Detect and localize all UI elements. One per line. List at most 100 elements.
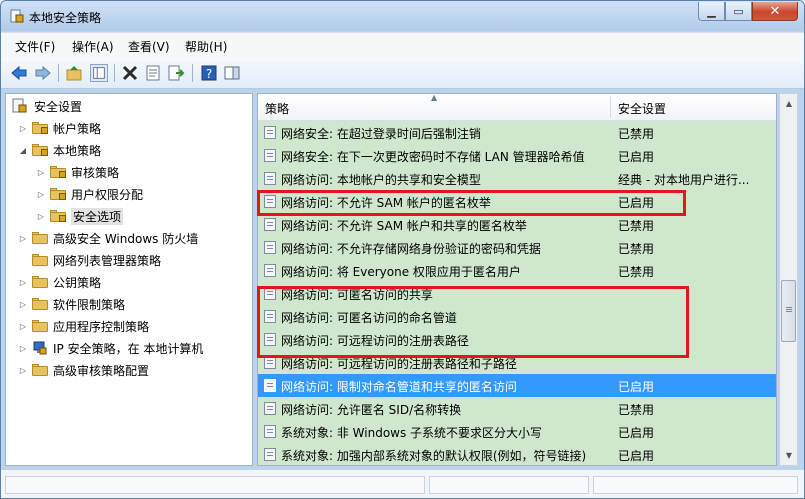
tree-item-app-control[interactable]: ▷ 应用程序控制策略 [18, 315, 149, 337]
policy-row[interactable]: 网络访问: 可匿名访问的共享 [258, 282, 776, 305]
folder-icon [32, 232, 48, 244]
policy-name: 网络访问: 不允许存储网络身份验证的密码和凭据 [281, 242, 541, 256]
show-tree-icon[interactable] [90, 64, 108, 82]
scroll-down-icon[interactable]: ▼ [781, 447, 797, 464]
column-header-setting[interactable]: 安全设置 [618, 100, 666, 117]
policy-row[interactable]: 网络访问: 允许匿名 SID/名称转换 已禁用 [258, 397, 776, 420]
title-bar[interactable]: 本地安全策略 ▁ ▭ ✕ [1, 1, 804, 31]
policy-icon [264, 425, 276, 438]
policy-icon [264, 172, 276, 185]
help-icon[interactable]: ? [200, 64, 218, 82]
tree-item-advanced-audit[interactable]: ▷ 高级审核策略配置 [18, 359, 149, 381]
expand-icon[interactable]: ▷ [18, 366, 28, 375]
policy-row[interactable]: 系统对象: 加强内部系统对象的默认权限(例如，符号链接) 已启用 [258, 443, 776, 465]
policy-row[interactable]: 网络访问: 不允许存储网络身份验证的密码和凭据 已禁用 [258, 236, 776, 259]
show-hide-action-pane-icon[interactable] [223, 64, 241, 82]
vertical-scrollbar[interactable]: ▲ ▼ [779, 93, 798, 466]
tree-item-ip-security[interactable]: ▷ IP 安全策略，在 本地计算机 [18, 337, 203, 359]
tree-item-label: 公钥策略 [53, 275, 102, 290]
policy-name: 网络访问: 不允许 SAM 帐户和共享的匿名枚举 [281, 219, 527, 233]
up-folder-icon[interactable] [65, 64, 83, 82]
sort-ascending-icon: ▲ [431, 93, 438, 102]
main-window: 本地安全策略 ▁ ▭ ✕ 文件(F) 操作(A) 查看(V) 帮助(H) ? 安… [0, 0, 805, 499]
list-header: ▲ 策略 安全设置 [258, 93, 776, 121]
security-settings-icon [12, 98, 27, 113]
policy-setting: 已禁用 [618, 242, 655, 256]
policy-row[interactable]: 网络访问: 可匿名访问的命名管道 [258, 305, 776, 328]
policy-name: 系统对象: 加强内部系统对象的默认权限(例如，符号链接) [281, 449, 587, 463]
tree-item-label: 审核策略 [71, 165, 120, 180]
menu-view[interactable]: 查看(V) [128, 38, 170, 55]
menu-help[interactable]: 帮助(H) [185, 38, 227, 55]
tree-item-audit-policy[interactable]: ▷ 审核策略 [36, 161, 119, 183]
policy-icon [264, 241, 276, 254]
column-header-policy[interactable]: 策略 [265, 100, 289, 117]
tree-item-security-options[interactable]: ▷ 安全选项 [36, 205, 124, 227]
policy-name: 网络安全: 在下一次更改密码时不存储 LAN 管理器哈希值 [281, 150, 585, 164]
policy-icon [264, 126, 276, 139]
expand-icon[interactable]: ▷ [18, 300, 28, 309]
policy-row[interactable]: 网络安全: 在超过登录时间后强制注销 已禁用 [258, 121, 776, 144]
locked-folder-icon [32, 144, 48, 156]
policy-setting: 已启用 [618, 426, 655, 440]
scroll-up-icon[interactable]: ▲ [781, 95, 797, 112]
expand-icon[interactable]: ▷ [18, 322, 28, 331]
policy-row[interactable]: 系统对象: 非 Windows 子系统不要求区分大小写 已启用 [258, 420, 776, 443]
scroll-thumb[interactable] [781, 280, 796, 342]
policy-row[interactable]: 网络安全: 在下一次更改密码时不存储 LAN 管理器哈希值 已启用 [258, 144, 776, 167]
export-list-icon[interactable] [167, 64, 185, 82]
policy-row-selected[interactable]: 网络访问: 限制对命名管道和共享的匿名访问 已启用 [258, 374, 776, 397]
policy-icon [264, 195, 276, 208]
expand-icon[interactable]: ▷ [36, 168, 46, 177]
tree-item-user-rights[interactable]: ▷ 用户权限分配 [36, 183, 143, 205]
maximize-button[interactable]: ▭ [725, 2, 752, 21]
policy-name: 网络访问: 本地帐户的共享和安全模型 [281, 173, 481, 187]
delete-icon[interactable] [121, 64, 139, 82]
tree-item-label: 应用程序控制策略 [53, 319, 150, 334]
tree-item-public-key[interactable]: ▷ 公钥策略 [18, 271, 101, 293]
close-button[interactable]: ✕ [752, 2, 798, 21]
collapse-icon[interactable]: ◢ [18, 146, 28, 155]
tree-root[interactable]: 安全设置 [12, 95, 82, 117]
tree-item-account-policies[interactable]: ▷ 帐户策略 [18, 117, 101, 139]
expand-icon[interactable]: ▷ [18, 124, 28, 133]
policy-row[interactable]: 网络访问: 可远程访问的注册表路径 [258, 328, 776, 351]
tree-item-label: IP 安全策略，在 本地计算机 [53, 341, 204, 356]
close-icon: ✕ [769, 3, 781, 19]
folder-icon [32, 276, 48, 288]
tree-item-local-policies[interactable]: ◢ 本地策略 [18, 139, 101, 161]
expand-icon[interactable]: ▷ [18, 278, 28, 287]
menu-action[interactable]: 操作(A) [72, 38, 114, 55]
minimize-button[interactable]: ▁ [698, 2, 725, 21]
policy-list: ▲ 策略 安全设置 网络安全: 在超过登录时间后强制注销 已禁用 网络安全: 在下… [257, 93, 777, 466]
properties-icon[interactable] [144, 64, 162, 82]
expand-icon[interactable]: ▷ [36, 190, 46, 199]
tree-item-label: 高级审核策略配置 [53, 363, 150, 378]
policy-row[interactable]: 网络访问: 本地帐户的共享和安全模型 经典 - 对本地用户进行... [258, 167, 776, 190]
locked-folder-icon [32, 122, 48, 134]
policy-name: 网络访问: 允许匿名 SID/名称转换 [281, 403, 462, 417]
policy-row[interactable]: 网络访问: 不允许 SAM 帐户和共享的匿名枚举 已禁用 [258, 213, 776, 236]
policy-name: 网络访问: 可远程访问的注册表路径 [281, 334, 469, 348]
policy-row[interactable]: 网络访问: 将 Everyone 权限应用于匿名用户 已禁用 [258, 259, 776, 282]
policy-setting: 经典 - 对本地用户进行... [618, 173, 750, 187]
policy-row[interactable]: 网络访问: 不允许 SAM 帐户的匿名枚举 已启用 [258, 190, 776, 213]
expand-icon[interactable]: ▷ [18, 234, 28, 243]
back-icon[interactable] [10, 64, 28, 82]
menu-file[interactable]: 文件(F) [15, 38, 55, 55]
tree-item-firewall[interactable]: ▷ 高级安全 Windows 防火墙 [18, 227, 198, 249]
policy-setting: 已禁用 [618, 219, 655, 233]
tree-item-software-restriction[interactable]: ▷ 软件限制策略 [18, 293, 125, 315]
tree-root-label: 安全设置 [34, 99, 83, 114]
policy-name: 网络访问: 可匿名访问的共享 [281, 288, 433, 302]
status-panel [593, 476, 798, 494]
tree-item-label: 网络列表管理器策略 [53, 253, 162, 268]
expand-icon[interactable]: ▷ [36, 212, 46, 221]
expand-icon[interactable]: ▷ [18, 344, 28, 353]
policy-name: 网络访问: 不允许 SAM 帐户的匿名枚举 [281, 196, 491, 210]
forward-icon[interactable] [34, 64, 52, 82]
tree-item-label: 软件限制策略 [53, 297, 126, 312]
status-bar [1, 469, 804, 498]
policy-row[interactable]: 网络访问: 可远程访问的注册表路径和子路径 [258, 351, 776, 374]
tree-item-network-list[interactable]: 网络列表管理器策略 [18, 249, 161, 271]
